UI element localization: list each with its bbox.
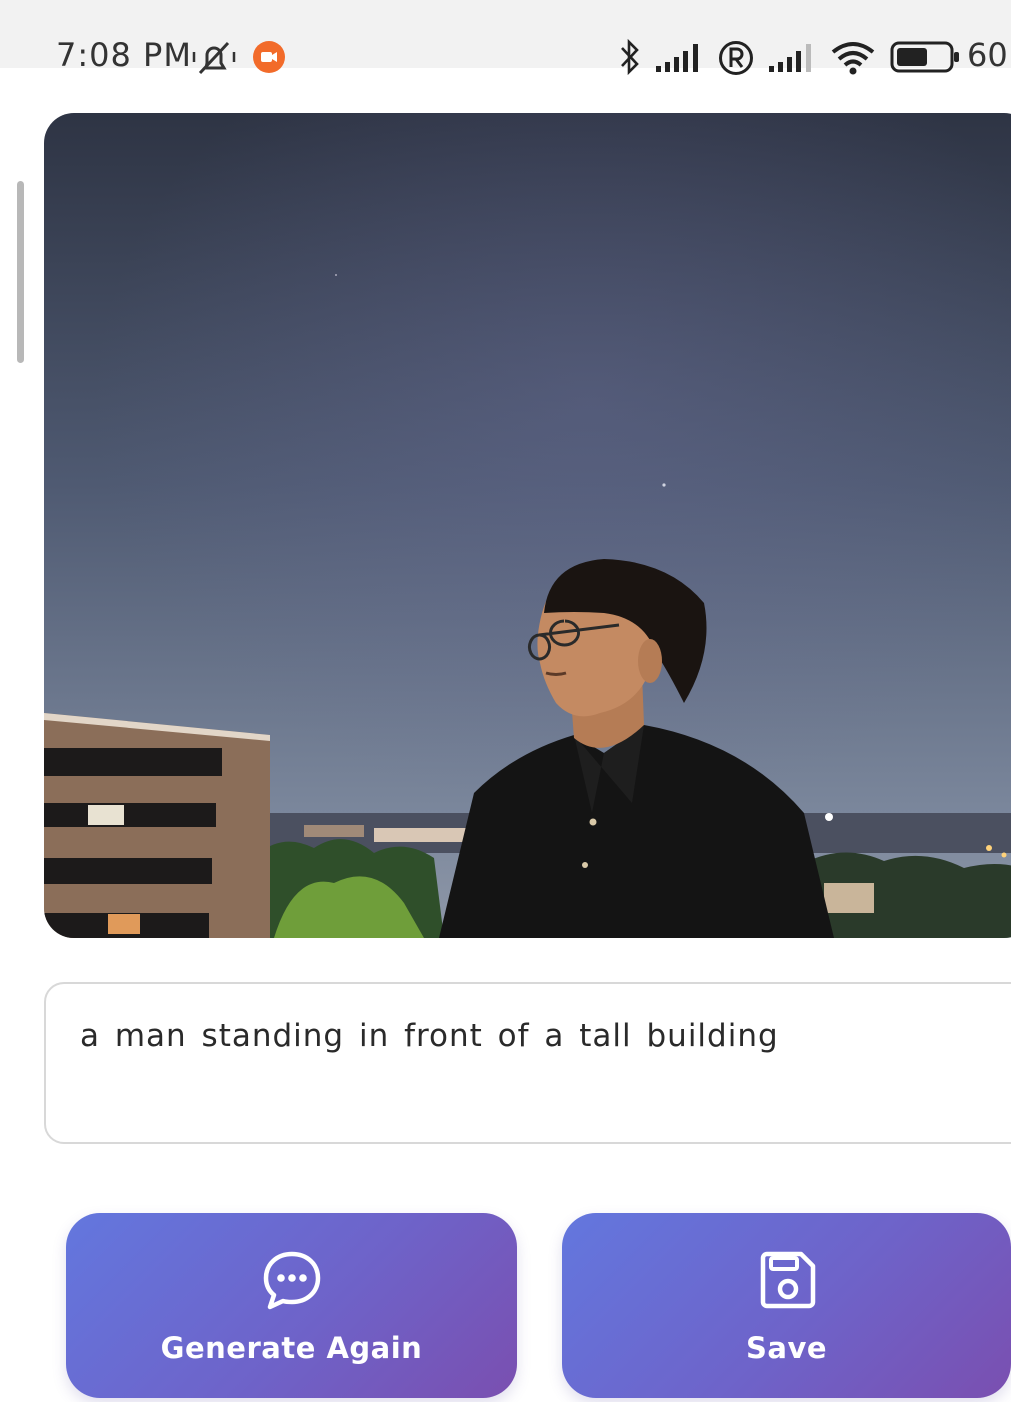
floppy-disk-icon <box>760 1251 815 1309</box>
scroll-indicator[interactable] <box>17 181 24 363</box>
screen-record-icon <box>253 41 285 73</box>
wifi-icon <box>831 42 875 75</box>
signal-icon <box>769 44 811 72</box>
chat-bubble-icon <box>263 1251 320 1310</box>
status-bar: 7:08 PM 60 <box>0 0 1011 76</box>
registered-icon <box>719 41 753 75</box>
battery-icon <box>890 41 959 73</box>
generate-again-button[interactable]: Generate Again <box>66 1213 517 1398</box>
signal-icon <box>656 44 698 72</box>
generated-photo <box>44 113 1011 938</box>
caption-text: a man standing in front of a tall buildi… <box>80 1018 779 1054</box>
generate-again-label: Generate Again <box>160 1331 423 1365</box>
save-label: Save <box>745 1331 828 1365</box>
battery-percent: 60 <box>967 36 1008 74</box>
mute-icon <box>192 41 236 75</box>
save-button[interactable]: Save <box>562 1213 1011 1398</box>
caption-field[interactable]: a man standing in front of a tall buildi… <box>44 982 1011 1144</box>
status-time: 7:08 PM <box>56 36 192 74</box>
bluetooth-icon <box>621 38 639 76</box>
